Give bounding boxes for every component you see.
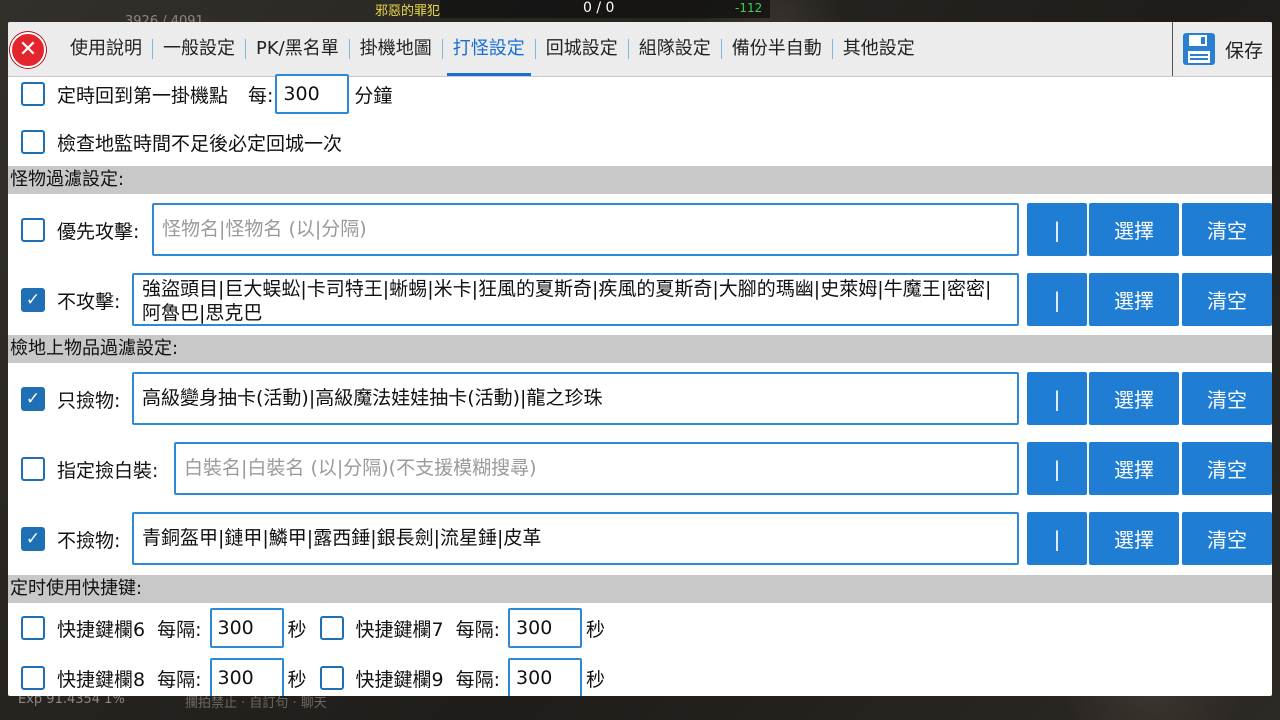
item-section-header: 檢地上物品過濾設定: (8, 335, 1272, 363)
return-timer-checkbox[interactable] (21, 82, 45, 106)
return-timer-every: 每: (248, 84, 274, 107)
hotkey7-input[interactable]: 300 (508, 608, 583, 648)
tab-general[interactable]: 一般設定 (153, 22, 245, 76)
hotkey7-checkbox[interactable] (319, 616, 344, 640)
hotkey7-unit: 秒 (586, 618, 606, 641)
tabs: 使用說明 一般設定 PK/黑名單 掛機地圖 打怪設定 回城設定 組隊設定 備份半… (60, 22, 925, 76)
hotkey9-input[interactable]: 300 (508, 658, 583, 696)
no-attack-label: 不攻擊: (57, 290, 121, 313)
pick-only-clear-button[interactable]: 清空 (1182, 372, 1272, 425)
tab-map[interactable]: 掛機地圖 (350, 22, 442, 76)
pick-white-clear-button[interactable]: 清空 (1182, 442, 1272, 495)
priority-attack-select-button[interactable]: 選擇 (1089, 203, 1179, 256)
check-map-time-checkbox[interactable] (21, 130, 45, 154)
hotkey6-every: 每隔: (157, 618, 202, 641)
pick-only-select-button[interactable]: 選擇 (1089, 372, 1179, 425)
hotkey-section-header: 定时使用快捷键: (8, 575, 1272, 603)
priority-attack-input[interactable]: 怪物名|怪物名 (以|分隔) (152, 203, 1019, 256)
checkmark-icon: ✓ (25, 289, 41, 310)
priority-attack-label: 優先攻擊: (57, 220, 140, 243)
tab-monster[interactable]: 打怪設定 (443, 22, 535, 76)
return-timer-row: 定時回到第一掛機點 每: 300 分鐘 (8, 74, 1272, 114)
check-map-time-row: 檢查地監時間不足後必定回城一次 (8, 122, 1272, 162)
hotkey9-label: 快捷鍵欄9 (355, 668, 444, 691)
hotkey8-every: 每隔: (157, 668, 202, 691)
hotkey6-label: 快捷鍵欄6 (57, 618, 146, 641)
save-button[interactable]: 保存 (1172, 22, 1272, 76)
no-attack-input[interactable]: 強盜頭目|巨大蜈蚣|卡司特王|蜥蜴|米卡|狂風的夏斯奇|疾風的夏斯奇|大腳的瑪幽… (132, 273, 1019, 326)
tab-return[interactable]: 回城設定 (536, 22, 628, 76)
hotkey9-unit: 秒 (586, 668, 606, 691)
pick-white-pipe-button[interactable]: | (1027, 442, 1087, 495)
tab-backup[interactable]: 備份半自動 (722, 22, 832, 76)
hotkey8-label: 快捷鍵欄8 (57, 668, 146, 691)
no-pick-pipe-button[interactable]: | (1027, 512, 1087, 565)
tab-party[interactable]: 組隊設定 (629, 22, 721, 76)
hotkey6-input[interactable]: 300 (209, 608, 284, 648)
hotkey6-checkbox[interactable] (21, 616, 45, 640)
close-icon: ✕ (18, 37, 38, 62)
close-button[interactable]: ✕ (10, 32, 46, 68)
check-map-time-label: 檢查地監時間不足後必定回城一次 (57, 132, 343, 155)
score-readout: 0 / 0 (583, 0, 615, 16)
hotkey7-label: 快捷鍵欄7 (355, 618, 444, 641)
pick-white-input[interactable]: 白裝名|白裝名 (以|分隔)(不支援模糊搜尋) (174, 442, 1019, 495)
hotkey6-unit: 秒 (287, 618, 307, 641)
save-label: 保存 (1225, 39, 1264, 62)
tab-other[interactable]: 其他設定 (833, 22, 925, 76)
hotkey-row-2: 快捷鍵欄8 每隔: 300 秒 快捷鍵欄9 每隔: 300 秒 (8, 656, 1272, 696)
pick-only-label: 只撿物: (57, 389, 121, 412)
pick-only-input[interactable]: 高級變身抽卡(活動)|高級魔法娃娃抽卡(活動)|龍之珍珠 (132, 372, 1019, 425)
settings-panel: ✕ 使用說明 一般設定 PK/黑名單 掛機地圖 打怪設定 回城設定 組隊設定 備… (8, 22, 1272, 696)
pick-white-select-button[interactable]: 選擇 (1089, 442, 1179, 495)
no-attack-select-button[interactable]: 選擇 (1089, 273, 1179, 326)
tab-pk-blacklist[interactable]: PK/黑名單 (246, 22, 349, 76)
tab-bar: ✕ 使用說明 一般設定 PK/黑名單 掛機地圖 打怪設定 回城設定 組隊設定 備… (8, 22, 1272, 77)
no-pick-select-button[interactable]: 選擇 (1089, 512, 1179, 565)
pick-white-label: 指定撿白裝: (57, 459, 159, 482)
return-timer-unit: 分鐘 (354, 84, 393, 107)
no-pick-clear-button[interactable]: 清空 (1182, 512, 1272, 565)
return-timer-label: 定時回到第一掛機點 (57, 84, 229, 107)
hotkey8-unit: 秒 (287, 668, 307, 691)
hotkey8-checkbox[interactable] (21, 666, 45, 690)
pick-only-pipe-button[interactable]: | (1027, 372, 1087, 425)
checkmark-icon: ✓ (25, 388, 41, 409)
hotkey7-every: 每隔: (455, 618, 501, 641)
no-pick-checkbox[interactable]: ✓ (21, 527, 45, 551)
hotkey9-checkbox[interactable] (319, 666, 344, 690)
hotkey-row-1: 快捷鍵欄6 每隔: 300 秒 快捷鍵欄7 每隔: 300 秒 (8, 606, 1272, 650)
no-attack-pipe-button[interactable]: | (1027, 273, 1087, 326)
no-attack-clear-button[interactable]: 清空 (1182, 273, 1272, 326)
return-timer-input[interactable]: 300 (275, 74, 350, 114)
pick-only-checkbox[interactable]: ✓ (21, 387, 45, 411)
monster-section-header: 怪物過濾設定: (8, 166, 1272, 194)
checkmark-icon: ✓ (25, 528, 41, 549)
priority-attack-pipe-button[interactable]: | (1027, 203, 1087, 256)
pick-white-checkbox[interactable] (21, 457, 45, 481)
no-attack-checkbox[interactable]: ✓ (21, 288, 45, 312)
player-name: 邪惡的罪犯 (375, 4, 441, 19)
no-pick-input[interactable]: 青銅盔甲|鏈甲|鱗甲|露西錘|銀長劍|流星錘|皮革 (132, 512, 1019, 565)
floppy-icon (1183, 33, 1215, 65)
hotkey9-every: 每隔: (455, 668, 501, 691)
priority-attack-clear-button[interactable]: 清空 (1182, 203, 1272, 256)
hotkey8-input[interactable]: 300 (209, 658, 284, 696)
no-pick-label: 不撿物: (57, 529, 121, 552)
tab-usage[interactable]: 使用說明 (60, 22, 152, 76)
delta-readout: -112 (735, 1, 763, 15)
priority-attack-checkbox[interactable] (21, 218, 45, 242)
